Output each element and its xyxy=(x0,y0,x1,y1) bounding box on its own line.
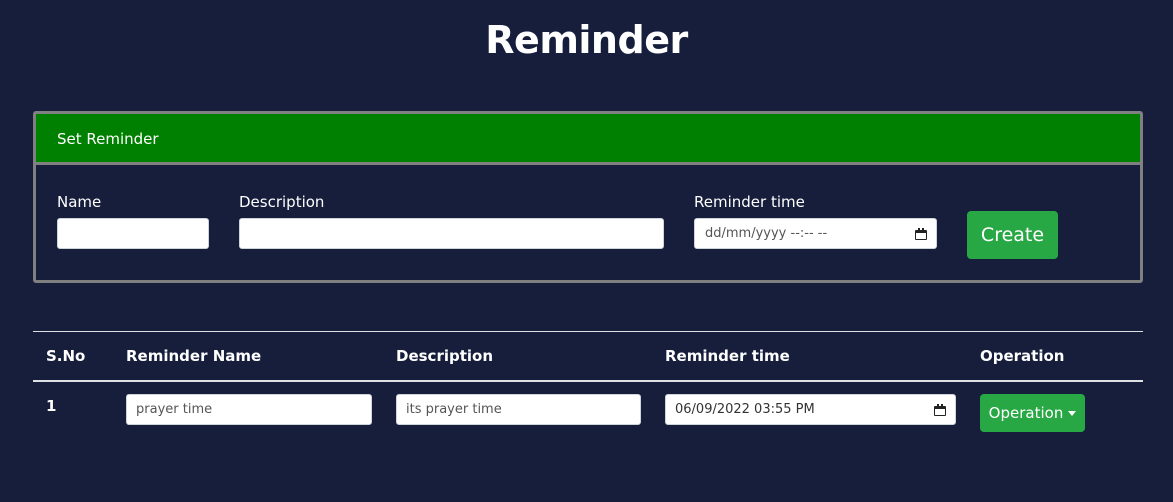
create-button[interactable]: Create xyxy=(967,211,1058,259)
calendar-icon[interactable] xyxy=(934,403,946,416)
header-reminder-time: Reminder time xyxy=(665,347,790,365)
header-sno: S.No xyxy=(46,347,86,365)
name-input[interactable] xyxy=(57,218,209,249)
caret-down-icon xyxy=(1068,410,1077,416)
page-title: Reminder xyxy=(485,18,688,62)
row-time-input[interactable]: 06/09/2022 03:55 PM xyxy=(665,394,956,425)
header-description: Description xyxy=(396,347,494,365)
row-name-input[interactable]: prayer time xyxy=(126,394,372,425)
reminder-time-label: Reminder time xyxy=(694,193,805,211)
row-time-value: 06/09/2022 03:55 PM xyxy=(675,402,815,417)
reminder-time-input[interactable]: dd/mm/yyyy --:-- -- xyxy=(694,218,937,249)
description-input[interactable] xyxy=(239,218,664,249)
header-reminder-name: Reminder Name xyxy=(126,347,262,365)
calendar-icon[interactable] xyxy=(915,227,927,240)
row-description-input[interactable]: its prayer time xyxy=(396,394,641,425)
table-top-border xyxy=(33,331,1143,332)
card-header: Set Reminder xyxy=(36,114,1140,165)
description-label: Description xyxy=(239,193,325,211)
operation-label: Operation xyxy=(988,404,1064,422)
name-label: Name xyxy=(57,193,102,211)
operation-dropdown-button[interactable]: Operation xyxy=(980,394,1085,432)
table-header-border xyxy=(33,380,1143,382)
row-sno: 1 xyxy=(46,397,57,415)
header-operation: Operation xyxy=(980,347,1065,365)
reminder-time-placeholder: dd/mm/yyyy --:-- -- xyxy=(705,226,828,241)
set-reminder-card: Set Reminder Name Description Reminder t… xyxy=(33,111,1143,283)
